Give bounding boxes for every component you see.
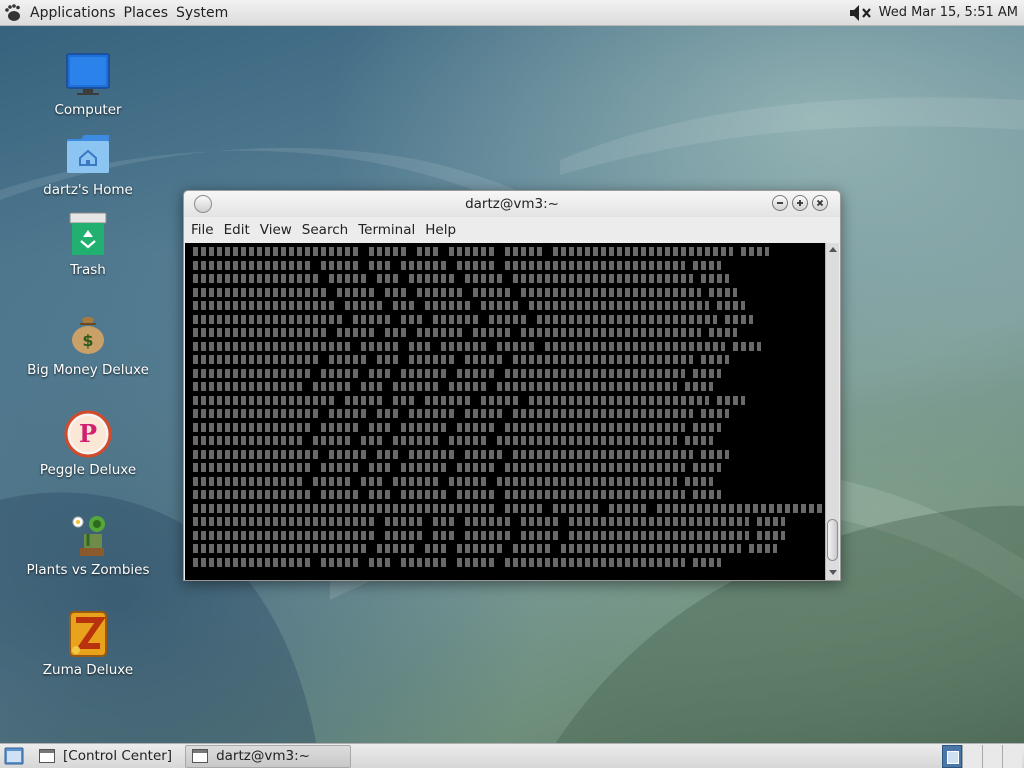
terminal-line bbox=[193, 517, 785, 526]
menu-file[interactable]: File bbox=[186, 222, 219, 238]
terminal-window[interactable]: dartz@vm3:~ File Edit View Search Termin… bbox=[183, 190, 841, 581]
plants-vs-zombies-icon bbox=[64, 510, 112, 558]
desktop-icon-label: dartz's Home bbox=[43, 182, 133, 198]
terminal-line bbox=[193, 355, 729, 364]
menu-applications[interactable]: Applications bbox=[26, 0, 120, 26]
desktop-icon-label: Zuma Deluxe bbox=[42, 662, 134, 678]
menu-edit[interactable]: Edit bbox=[219, 222, 255, 238]
workspace-3[interactable] bbox=[982, 744, 1002, 768]
terminal-titlebar[interactable]: dartz@vm3:~ bbox=[184, 191, 840, 217]
svg-text:P: P bbox=[79, 419, 97, 448]
terminal-line bbox=[193, 341, 761, 351]
terminal-line bbox=[193, 476, 713, 486]
top-panel: Applications Places System Wed Mar 15, 5… bbox=[0, 0, 1024, 26]
desktop-icon-label: Plants vs Zombies bbox=[26, 562, 150, 578]
money-bag-icon: $ bbox=[64, 310, 112, 358]
menu-terminal[interactable]: Terminal bbox=[353, 222, 420, 238]
maximize-button[interactable] bbox=[792, 195, 808, 211]
desktop-icon-label: Trash bbox=[70, 262, 106, 278]
clock[interactable]: Wed Mar 15, 5:51 AM bbox=[875, 5, 1018, 20]
terminal-window-icon bbox=[192, 749, 209, 763]
computer-icon bbox=[64, 50, 112, 98]
peggle-icon: P bbox=[64, 410, 112, 458]
taskbar-item-terminal[interactable]: dartz@vm3:~ bbox=[185, 744, 352, 768]
terminal-line bbox=[193, 409, 729, 418]
window-icon bbox=[39, 749, 55, 763]
minimize-icon bbox=[777, 202, 783, 204]
maximize-icon bbox=[797, 200, 803, 206]
terminal-line bbox=[193, 422, 721, 432]
terminal-line bbox=[193, 436, 713, 445]
workspace-switcher bbox=[942, 744, 1022, 768]
home-folder-icon bbox=[64, 130, 112, 178]
zuma-icon bbox=[64, 610, 112, 658]
desktop-icon-label: Computer bbox=[54, 102, 122, 118]
trash-icon bbox=[64, 210, 112, 258]
terminal-line bbox=[193, 557, 721, 567]
terminal-line bbox=[193, 382, 713, 391]
desktop-icon-home[interactable]: dartz's Home bbox=[28, 130, 148, 198]
gnome-foot-icon[interactable] bbox=[0, 0, 26, 26]
terminal-line bbox=[193, 503, 826, 513]
terminal-scrollbar[interactable] bbox=[825, 243, 839, 580]
terminal-line bbox=[193, 395, 745, 405]
terminal-line bbox=[193, 301, 745, 310]
scroll-up-icon[interactable] bbox=[829, 247, 837, 252]
close-icon bbox=[816, 199, 824, 207]
desktop-icon-peggle-deluxe[interactable]: P Peggle Deluxe bbox=[28, 410, 148, 478]
desktop-icon-zuma-deluxe[interactable]: Zuma Deluxe bbox=[28, 610, 148, 678]
menu-places[interactable]: Places bbox=[120, 0, 173, 26]
menu-search[interactable]: Search bbox=[297, 222, 353, 238]
terminal-line bbox=[193, 274, 729, 283]
workspace-4[interactable] bbox=[1002, 744, 1022, 768]
terminal-line bbox=[193, 247, 769, 256]
scrollbar-thumb[interactable] bbox=[827, 519, 838, 561]
workspace-2[interactable] bbox=[962, 744, 982, 768]
desktop-icon-label: Peggle Deluxe bbox=[39, 462, 137, 478]
terminal-output[interactable] bbox=[185, 243, 826, 580]
desktop-icon-plants-vs-zombies[interactable]: Plants vs Zombies bbox=[26, 510, 150, 578]
taskbar-item-label: dartz@vm3:~ bbox=[216, 748, 310, 764]
desktop-icon-label: Big Money Deluxe bbox=[27, 362, 149, 378]
bottom-panel: [Control Center] dartz@vm3:~ bbox=[0, 743, 1024, 768]
desktop-icon-computer[interactable]: Computer bbox=[28, 50, 148, 118]
window-title: dartz@vm3:~ bbox=[465, 196, 559, 212]
menu-help[interactable]: Help bbox=[420, 222, 461, 238]
terminal-line bbox=[193, 260, 721, 270]
svg-text:$: $ bbox=[82, 331, 93, 350]
desktop-icon-trash[interactable]: Trash bbox=[28, 210, 148, 278]
terminal-line bbox=[193, 314, 753, 324]
terminal-line bbox=[193, 490, 721, 499]
menu-system[interactable]: System bbox=[172, 0, 232, 26]
taskbar-item-label: [Control Center] bbox=[63, 748, 173, 764]
close-button[interactable] bbox=[812, 195, 828, 211]
terminal-line bbox=[193, 449, 729, 459]
workspace-1[interactable] bbox=[942, 744, 962, 768]
volume-muted-icon[interactable] bbox=[847, 2, 875, 24]
terminal-line bbox=[193, 544, 777, 553]
scroll-down-icon[interactable] bbox=[829, 570, 837, 575]
terminal-line bbox=[193, 368, 721, 378]
desktop-icon-big-money-deluxe[interactable]: $ Big Money Deluxe bbox=[27, 310, 149, 378]
window-menu-button[interactable] bbox=[194, 195, 212, 213]
terminal-line bbox=[193, 287, 737, 297]
taskbar-item-control-center[interactable]: [Control Center] bbox=[32, 745, 179, 768]
terminal-menubar: File Edit View Search Terminal Help bbox=[184, 217, 840, 243]
terminal-line bbox=[193, 463, 721, 472]
minimize-button[interactable] bbox=[772, 195, 788, 211]
terminal-line bbox=[193, 328, 737, 337]
show-desktop-icon[interactable] bbox=[2, 745, 26, 767]
menu-view[interactable]: View bbox=[255, 222, 297, 238]
terminal-line bbox=[193, 530, 785, 540]
